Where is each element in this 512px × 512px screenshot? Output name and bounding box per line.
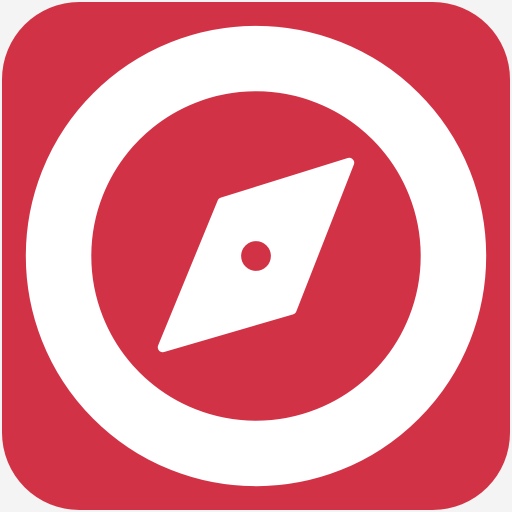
- compass-icon: [2, 2, 510, 510]
- needle-pivot: [241, 241, 271, 271]
- app-icon[interactable]: [0, 0, 512, 512]
